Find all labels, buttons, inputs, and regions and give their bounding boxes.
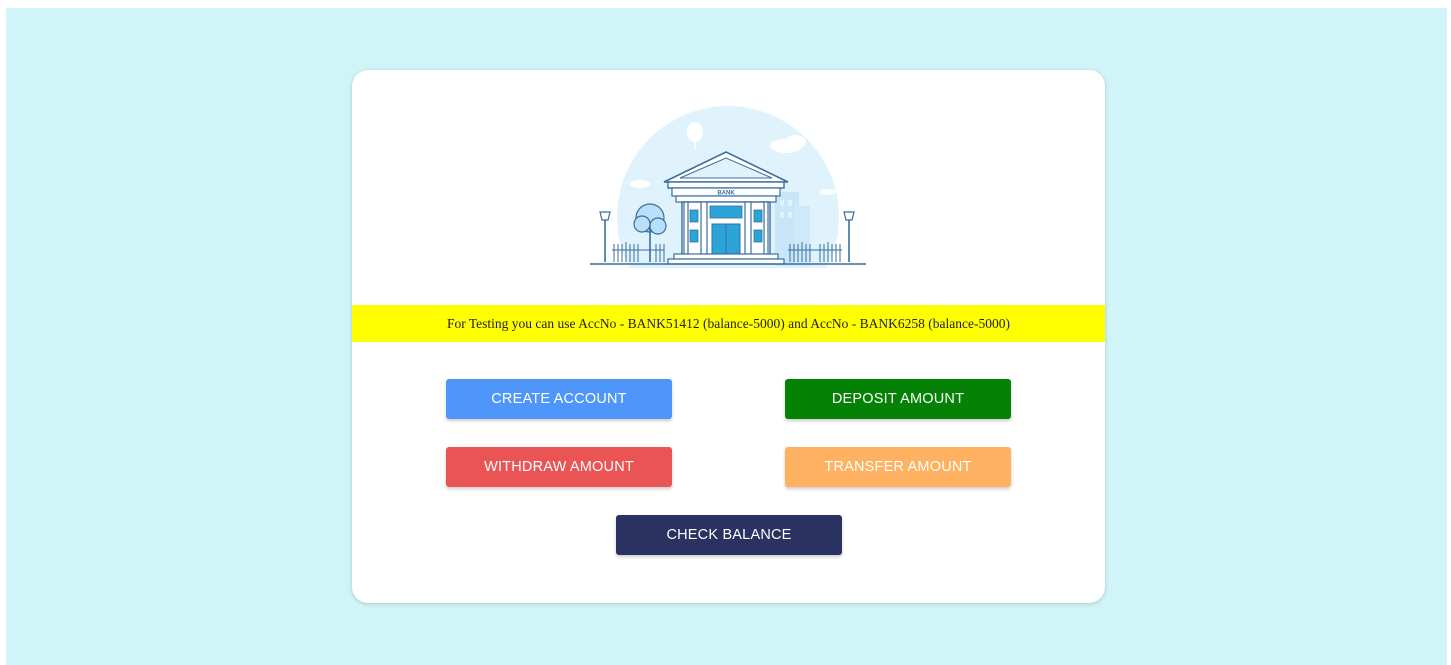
main-card: BANK For Testing you can use AccNo - BAN…	[352, 70, 1105, 603]
create-account-button[interactable]: CREATE ACCOUNT	[446, 379, 672, 419]
test-accounts-notice: For Testing you can use AccNo - BANK5141…	[352, 305, 1105, 342]
withdraw-amount-button[interactable]: WITHDRAW AMOUNT	[446, 447, 672, 487]
deposit-amount-button[interactable]: DEPOSIT AMOUNT	[785, 379, 1011, 419]
bank-building-illustration: BANK	[590, 106, 866, 268]
check-balance-button[interactable]: CHECK BALANCE	[616, 515, 842, 555]
transfer-amount-button[interactable]: TRANSFER AMOUNT	[785, 447, 1011, 487]
